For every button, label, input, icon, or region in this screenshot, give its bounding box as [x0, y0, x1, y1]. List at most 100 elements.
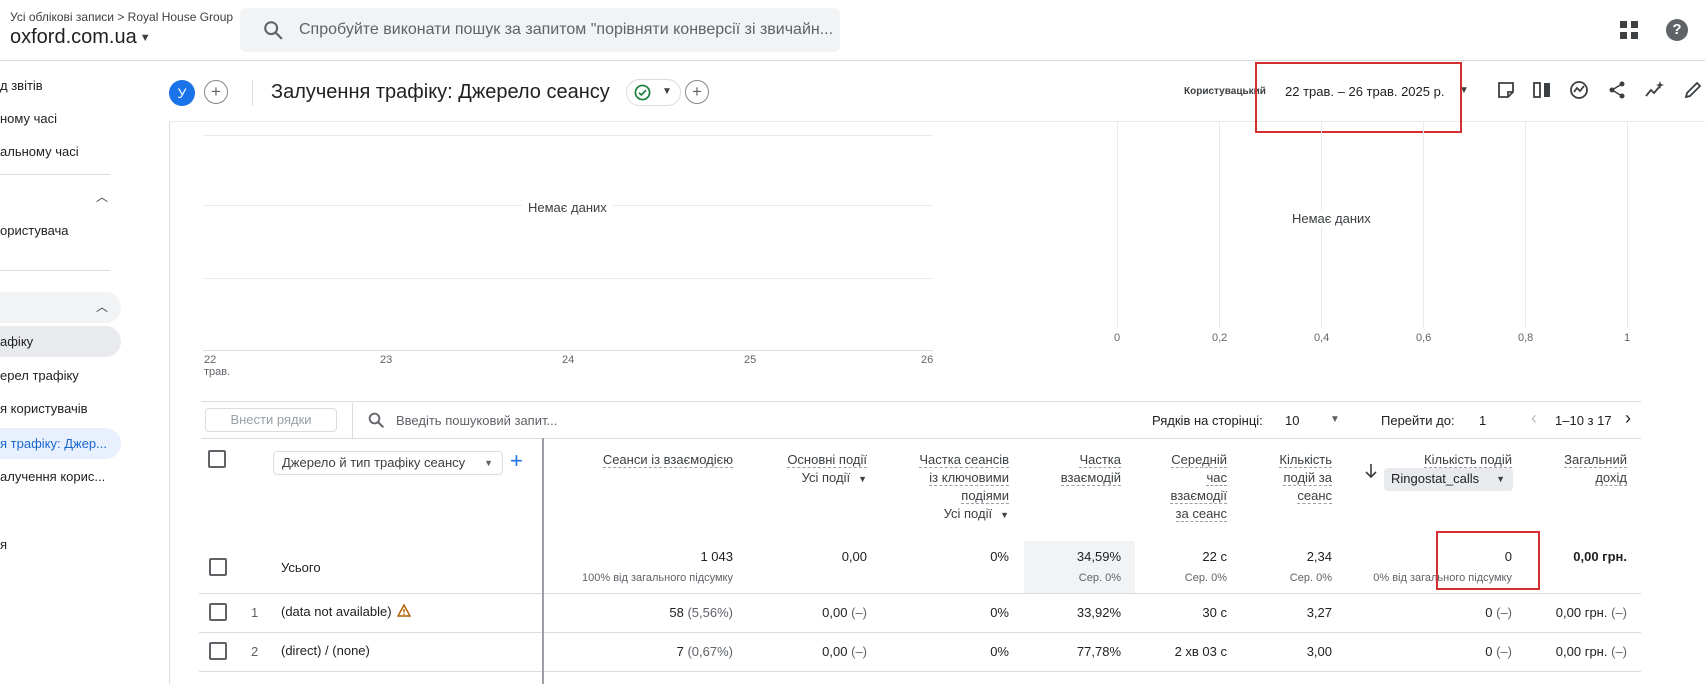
- add-dimension-button[interactable]: +: [510, 450, 523, 472]
- sidebar-item-realtime[interactable]: ному часі: [0, 111, 57, 126]
- add-filter-button[interactable]: +: [685, 80, 709, 104]
- totals-revenue: 0,00 грн.: [1573, 549, 1627, 564]
- totals-key-events: 0,00: [841, 549, 867, 564]
- row-revenue: 0,00 грн. (–): [1555, 605, 1627, 620]
- highlight-box-event-count: [1436, 531, 1540, 590]
- sidebar-item-traffic-acquisition[interactable]: я трафіку: Джер...: [0, 436, 107, 451]
- insights-icon[interactable]: [1569, 80, 1589, 100]
- gridline: [203, 278, 933, 279]
- col-event-count[interactable]: Кількість подій: [1380, 451, 1512, 469]
- totals-engagement-avg: Сер. 0%: [1078, 572, 1121, 584]
- gridline: [1117, 122, 1118, 328]
- row-index: 1: [251, 605, 259, 620]
- dimension-select-label: Джерело й тип трафіку сеансу: [282, 455, 466, 470]
- report-status-chip[interactable]: ▼: [626, 79, 681, 106]
- row-dimension-cell[interactable]: (data not available): [281, 604, 411, 619]
- x-tick-label: 0: [1114, 332, 1121, 344]
- sidebar-item-user-acquisition[interactable]: я користувачів: [0, 401, 88, 416]
- edit-pencil-icon[interactable]: [1683, 80, 1703, 100]
- bar-chart-no-data: Немає даних: [1286, 211, 1377, 226]
- x-tick-label: 0,6: [1416, 332, 1432, 344]
- chevron-up-icon[interactable]: ︿: [96, 298, 108, 315]
- rows-per-page-select[interactable]: 10: [1285, 413, 1299, 428]
- sidebar-item-other[interactable]: я: [0, 537, 7, 552]
- row-checkbox[interactable]: [209, 603, 227, 621]
- row-checkbox[interactable]: [209, 642, 227, 660]
- totals-avg-time-avg: Сер. 0%: [1184, 572, 1227, 584]
- row-events-per: 3,27: [1306, 605, 1332, 620]
- row-event-count: 0 (–): [1485, 605, 1512, 620]
- chevron-left-icon[interactable]: ‹: [1531, 408, 1537, 429]
- chevron-up-icon[interactable]: ︿: [96, 188, 108, 205]
- share-icon[interactable]: [1607, 80, 1627, 100]
- check-circle-icon: [634, 84, 651, 101]
- row-engagement: 33,92%: [1076, 605, 1121, 620]
- row-dimension-value: (direct) / (none): [281, 643, 370, 658]
- x-tick-label: 22: [204, 354, 217, 366]
- search-placeholder: Спробуйте виконати пошук за запитом "пор…: [299, 21, 834, 38]
- caret-down-icon: ▼: [484, 458, 493, 468]
- sidebar-item-realtime-2[interactable]: альному часі: [0, 144, 79, 159]
- sidebar-item-reports-overview[interactable]: д звітів: [0, 78, 43, 93]
- col-avg-engagement-time[interactable]: Середній час взаємодії за сеанс: [1130, 451, 1227, 523]
- add-comparison-button[interactable]: +: [204, 80, 228, 104]
- col-events-per-session[interactable]: Кількість подій за сеанс: [1240, 451, 1332, 505]
- note-icon[interactable]: [1496, 80, 1516, 100]
- select-all-checkbox[interactable]: [208, 450, 226, 468]
- search-icon: [264, 21, 283, 40]
- col-session-key-event-rate[interactable]: Частка сеансів із ключовими подіями Усі …: [880, 451, 1009, 524]
- apps-grid-icon[interactable]: [1619, 20, 1639, 40]
- x-axis-line: [203, 350, 933, 351]
- col-engaged-sessions[interactable]: Сеанси із взаємодією: [550, 451, 733, 469]
- sparkle-trend-icon[interactable]: [1644, 80, 1664, 100]
- dimension-select[interactable]: Джерело й тип трафіку сеансу ▼: [273, 451, 503, 475]
- gridline: [203, 135, 933, 136]
- row-engagement: 77,78%: [1076, 644, 1121, 659]
- sidebar-item-user[interactable]: ористувача: [0, 223, 69, 238]
- row-engaged-sessions: 58 (5,56%): [669, 605, 733, 620]
- row-dimension-value: (data not available): [281, 604, 392, 619]
- breadcrumb[interactable]: Усі облікові записи > Royal House Group: [10, 10, 233, 24]
- row-revenue: 0,00 грн. (–): [1555, 644, 1627, 659]
- sort-arrow-down-icon[interactable]: [1364, 463, 1378, 479]
- page-title: Залучення трафіку: Джерело сеансу: [271, 81, 610, 103]
- row-events-per: 3,00: [1306, 644, 1332, 659]
- sidebar-item-traffic[interactable]: афіку: [0, 334, 33, 349]
- chevron-right-icon[interactable]: ›: [1625, 408, 1631, 429]
- caret-down-icon: ▼: [662, 86, 672, 97]
- totals-engaged-sessions: 1 043: [700, 549, 733, 564]
- help-icon[interactable]: ?: [1666, 19, 1688, 41]
- col-engagement-rate[interactable]: Частка взаємодій: [1020, 451, 1121, 487]
- caret-down-icon[interactable]: ▼: [1330, 414, 1340, 425]
- comparison-avatar[interactable]: У: [169, 80, 195, 106]
- header-separator: [252, 80, 253, 106]
- event-name-label: Ringostat_calls: [1391, 471, 1480, 486]
- totals-engaged-sessions-pct: 100% від загального підсумку: [582, 572, 733, 584]
- date-range-type: Користувацький: [1184, 86, 1266, 97]
- session-rate-filter[interactable]: Усі події: [944, 506, 992, 521]
- table-search-input[interactable]: Введіть пошуковий запит...: [396, 413, 557, 428]
- row-avg-time: 2 хв 03 с: [1174, 644, 1227, 659]
- line-chart: [203, 122, 933, 352]
- col-total-revenue[interactable]: Загальний дохід: [1540, 451, 1627, 487]
- global-search[interactable]: Спробуйте виконати пошук за запитом "пор…: [240, 8, 840, 52]
- search-icon: [368, 412, 384, 428]
- x-tick-label: 0,4: [1314, 332, 1330, 344]
- rows-per-page-label: Рядків на сторінці:: [1152, 413, 1263, 428]
- dimension-column-divider[interactable]: [542, 438, 544, 684]
- row-dimension-cell[interactable]: (direct) / (none): [281, 643, 370, 658]
- key-events-filter[interactable]: Усі події: [802, 470, 850, 485]
- totals-checkbox[interactable]: [209, 558, 227, 576]
- sidebar-item-user-acq-2[interactable]: алучення корис...: [0, 469, 105, 484]
- caret-down-icon: ▼: [1000, 510, 1009, 520]
- sidebar-item-traffic-sources[interactable]: ерел трафіку: [0, 368, 79, 383]
- property-selector[interactable]: oxford.com.ua ▼: [10, 26, 151, 49]
- row-engaged-sessions: 7 (0,67%): [676, 644, 733, 659]
- col-key-events[interactable]: Основні події Усі події ▼: [746, 451, 867, 488]
- row-divider: [199, 632, 1641, 633]
- add-rows-button[interactable]: Внести рядки: [205, 408, 337, 432]
- goto-page-input[interactable]: 1: [1479, 413, 1486, 428]
- compare-icon[interactable]: [1532, 80, 1552, 100]
- row-session-rate: 0%: [990, 605, 1009, 620]
- event-name-select[interactable]: Ringostat_calls ▼: [1384, 468, 1513, 491]
